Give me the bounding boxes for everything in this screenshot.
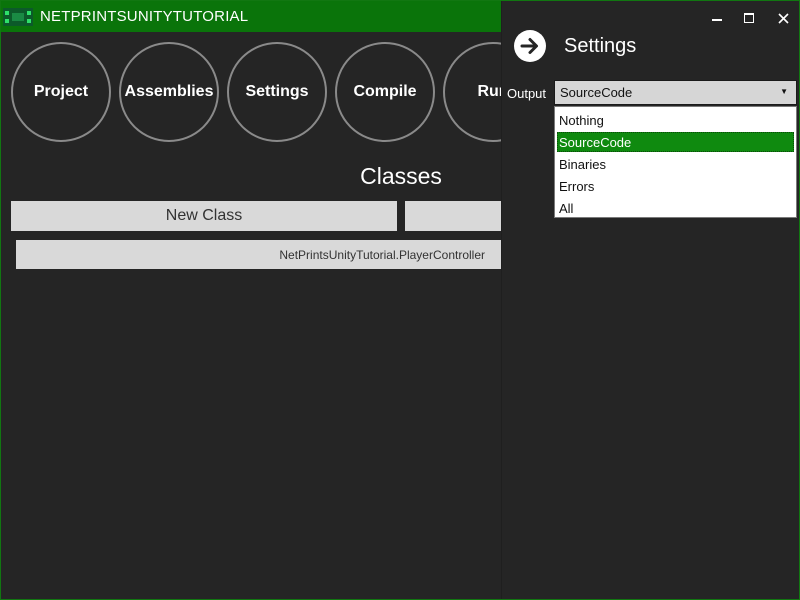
app-grid-icon	[3, 8, 33, 26]
output-label: Output	[507, 86, 547, 101]
output-option-label: Binaries	[559, 156, 606, 172]
chevron-down-icon: ▼	[780, 87, 788, 96]
settings-button[interactable]: Settings	[227, 42, 327, 142]
output-option-errors[interactable]: Errors	[557, 176, 794, 196]
assemblies-button[interactable]: Assemblies	[119, 42, 219, 142]
output-dropdown-list: Nothing SourceCode Binaries Errors All	[554, 106, 797, 218]
minimize-icon[interactable]	[702, 9, 732, 27]
project-button-label: Project	[33, 83, 89, 100]
settings-button-label: Settings	[245, 83, 309, 100]
output-select[interactable]: SourceCode ▼	[554, 80, 797, 105]
settings-flyout: Settings Output SourceCode ▼ Nothing Sou…	[501, 1, 799, 599]
compile-button-label: Compile	[353, 83, 417, 100]
compile-button[interactable]: Compile	[335, 42, 435, 142]
output-option-label: Nothing	[559, 112, 604, 128]
arrow-right-icon	[520, 38, 538, 54]
class-list-item-label: NetPrintsUnityTutorial.PlayerController	[279, 247, 485, 262]
assemblies-button-label: Assemblies	[124, 83, 214, 100]
app-window: NETPRINTSUNITYTUTORIAL Project Assemblie…	[0, 0, 800, 600]
output-option-label: SourceCode	[559, 134, 632, 150]
new-class-button[interactable]: New Class	[11, 201, 397, 231]
project-button[interactable]: Project	[11, 42, 111, 142]
output-option-sourcecode[interactable]: SourceCode	[557, 132, 794, 152]
output-option-label: All	[559, 200, 574, 216]
output-select-value: SourceCode	[560, 85, 633, 100]
output-option-all[interactable]: All	[557, 198, 794, 218]
new-class-button-label: New Class	[165, 207, 243, 224]
title-bar[interactable]: NETPRINTSUNITYTUTORIAL	[1, 1, 501, 32]
back-button[interactable]	[514, 30, 546, 62]
maximize-icon[interactable]	[734, 9, 764, 27]
classes-heading: Classes	[360, 163, 442, 189]
close-icon[interactable]	[768, 9, 798, 27]
secondary-class-button[interactable]	[405, 201, 501, 231]
window-title: NETPRINTSUNITYTUTORIAL	[40, 8, 249, 25]
output-option-nothing[interactable]: Nothing	[557, 110, 794, 130]
output-option-label: Errors	[559, 178, 595, 194]
output-option-binaries[interactable]: Binaries	[557, 154, 794, 174]
flyout-title: Settings	[564, 35, 637, 57]
class-list-item[interactable]: NetPrintsUnityTutorial.PlayerController	[16, 240, 501, 269]
